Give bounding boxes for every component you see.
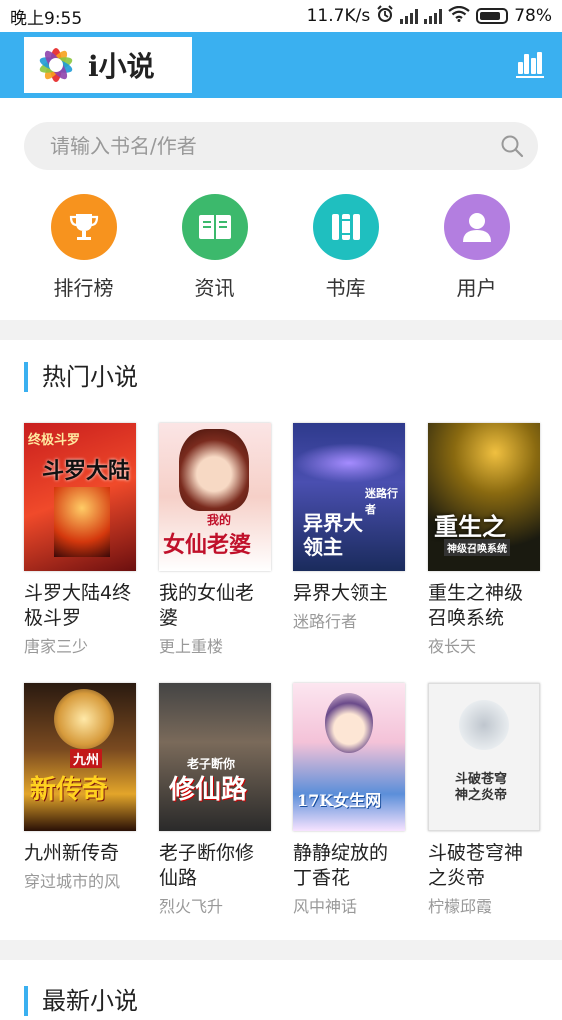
book-title: 九州新传奇 — [24, 842, 120, 864]
user-icon[interactable] — [443, 194, 510, 260]
battery-level: 78% — [514, 6, 552, 26]
book-author: 穿过城市的风 — [24, 872, 121, 891]
book-title: 我的女仙老婆 — [159, 582, 255, 629]
wifi-icon — [448, 5, 470, 27]
search-bar[interactable] — [24, 122, 538, 170]
nav-user[interactable]: 用户 — [411, 194, 542, 301]
nav-label: 书库 — [325, 276, 366, 300]
signal-icon — [400, 8, 419, 24]
nav-ranking[interactable]: 排行榜 — [18, 194, 149, 301]
book-card[interactable]: 斗破苍穹 神之炎帝 斗破苍穹神之炎帝 柠檬邱霞 — [428, 683, 540, 917]
library-icon[interactable] — [312, 194, 379, 260]
book-author: 烈火飞升 — [159, 897, 224, 916]
trophy-icon[interactable] — [50, 194, 117, 260]
news-book-icon[interactable] — [181, 194, 248, 260]
app-name: i小说 — [88, 50, 155, 83]
search-input[interactable] — [50, 134, 470, 158]
bar-chart-icon[interactable] — [516, 50, 544, 78]
book-cover[interactable]: 我的 女仙老婆 — [159, 423, 271, 571]
app-bar: i小说 — [0, 32, 562, 98]
battery-icon — [476, 8, 509, 24]
book-card[interactable]: 我的 女仙老婆 我的女仙老婆 更上重楼 — [159, 423, 271, 657]
book-cover[interactable]: 重生之 神级召唤系统 — [428, 423, 540, 571]
logo-flower-icon — [39, 48, 73, 82]
book-card[interactable]: 终极斗罗 斗罗大陆 斗罗大陆4终极斗罗 唐家三少 — [24, 423, 136, 657]
quick-nav: 排行榜 资讯 书库 用户 — [0, 194, 562, 301]
signal-icon — [424, 8, 443, 24]
book-title: 异界大领主 — [293, 582, 389, 604]
book-cover[interactable]: 老子断你 修仙路 — [159, 683, 271, 831]
book-author: 柠檬邱霞 — [428, 897, 493, 916]
book-card[interactable]: 九州 新传奇 九州新传奇 穿过城市的风 — [24, 683, 136, 892]
book-author: 迷路行者 — [293, 612, 358, 631]
book-cover[interactable]: 九州 新传奇 — [24, 683, 136, 831]
search-icon[interactable] — [500, 134, 524, 158]
book-cover[interactable]: 终极斗罗 斗罗大陆 — [24, 423, 136, 571]
nav-label: 用户 — [456, 276, 497, 300]
section-title: 最新小说 — [24, 986, 138, 1016]
status-indicators: 11.7K/s 78% — [306, 4, 552, 28]
status-bar: 晚上9:55 11.7K/s 78% — [0, 0, 562, 32]
alarm-icon — [376, 4, 394, 28]
book-title: 斗破苍穹神之炎帝 — [428, 842, 524, 889]
book-author: 更上重楼 — [159, 637, 224, 656]
network-speed: 11.7K/s — [306, 6, 371, 26]
nav-library[interactable]: 书库 — [280, 194, 411, 301]
book-title: 重生之神级召唤系统 — [428, 582, 524, 629]
hot-novels-section: 热门小说 终极斗罗 斗罗大陆 斗罗大陆4终极斗罗 唐家三少 我的 女仙老婆 我的… — [0, 340, 562, 940]
book-card[interactable]: 老子断你 修仙路 老子断你修仙路 烈火飞升 — [159, 683, 271, 917]
book-author: 唐家三少 — [24, 637, 89, 656]
nav-label: 资讯 — [194, 276, 235, 300]
section-title: 热门小说 — [24, 362, 138, 392]
book-card[interactable]: 重生之 神级召唤系统 重生之神级召唤系统 夜长天 — [428, 423, 540, 657]
book-card[interactable]: 迷路行者 异界大领主 异界大领主 迷路行者 — [293, 423, 405, 632]
book-cover[interactable]: 斗破苍穹 神之炎帝 — [428, 683, 540, 831]
book-title: 老子断你修仙路 — [159, 842, 255, 889]
nav-news[interactable]: 资讯 — [149, 194, 280, 301]
book-title: 斗罗大陆4终极斗罗 — [24, 582, 132, 629]
book-card[interactable]: 17K女生网 静静绽放的丁香花 风中神话 — [293, 683, 405, 917]
nav-label: 排行榜 — [53, 276, 114, 300]
app-logo[interactable]: i小说 — [24, 37, 192, 93]
book-author: 夜长天 — [428, 637, 477, 656]
book-cover[interactable]: 17K女生网 — [293, 683, 405, 831]
newest-novels-section: 最新小说 — [0, 960, 562, 1020]
status-time: 晚上9:55 — [10, 8, 83, 29]
book-cover[interactable]: 迷路行者 异界大领主 — [293, 423, 405, 571]
book-title: 静静绽放的丁香花 — [293, 842, 389, 889]
top-section: 排行榜 资讯 书库 用户 — [0, 98, 562, 320]
book-author: 风中神话 — [293, 897, 358, 916]
